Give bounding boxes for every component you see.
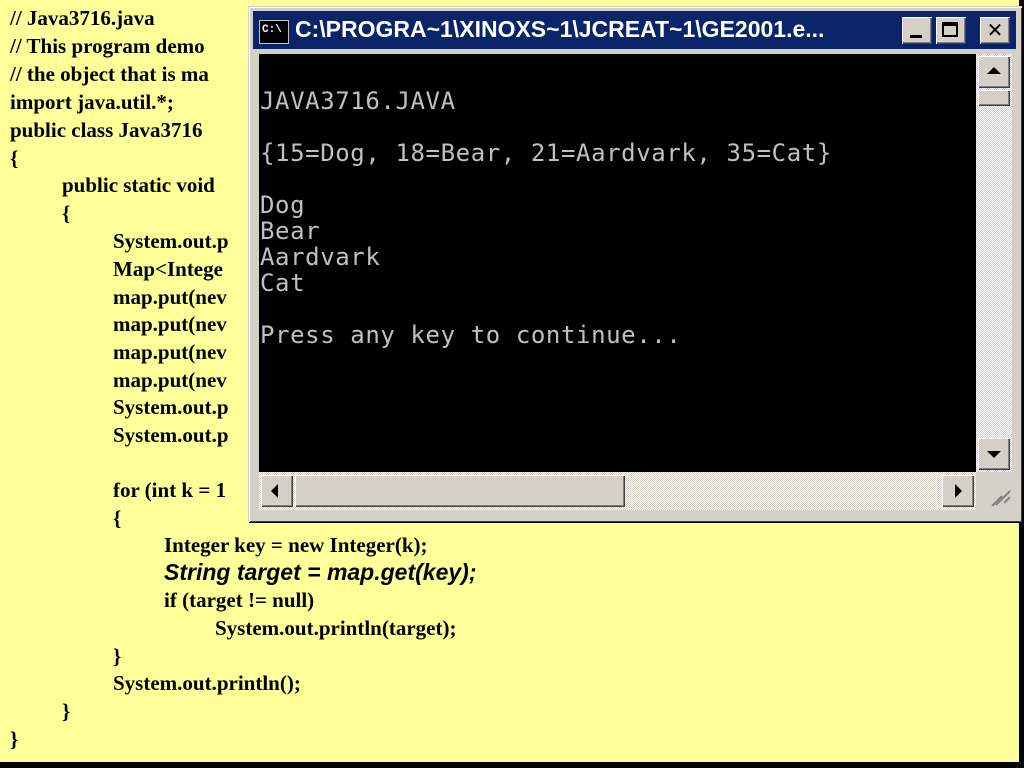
code-line: { bbox=[62, 201, 71, 225]
title-bar[interactable]: C:\ C:\PROGRA~1\XINOXS~1\JCREAT~1\GE2001… bbox=[253, 11, 1016, 49]
code-line: public static void bbox=[62, 173, 215, 197]
code-line: Integer key = new Integer(k); bbox=[164, 533, 428, 557]
arrow-down-icon bbox=[987, 451, 1001, 458]
console-line: JAVA3716.JAVA bbox=[260, 87, 456, 115]
code-line: if (target != null) bbox=[164, 588, 315, 612]
scroll-down-button[interactable] bbox=[978, 438, 1010, 470]
code-line: System.out.p bbox=[113, 423, 229, 447]
code-line: // This program demo bbox=[10, 34, 205, 58]
arrow-up-icon bbox=[987, 67, 1001, 74]
console-icon[interactable]: C:\ bbox=[259, 20, 289, 44]
console-icon-label: C:\ bbox=[262, 24, 282, 36]
code-line: for (int k = 1 bbox=[113, 478, 227, 502]
code-line: import java.util.*; bbox=[10, 90, 174, 114]
code-line: map.put(nev bbox=[113, 340, 227, 364]
resize-grip[interactable] bbox=[976, 472, 1012, 510]
code-line: map.put(nev bbox=[113, 285, 227, 309]
scroll-left-button[interactable] bbox=[261, 475, 293, 507]
arrow-left-icon bbox=[271, 484, 278, 498]
code-line: // the object that is ma bbox=[10, 62, 209, 86]
code-line: { bbox=[113, 506, 122, 530]
code-line: map.put(nev bbox=[113, 312, 227, 336]
scroll-thumb-horizontal[interactable] bbox=[295, 475, 625, 507]
code-line: public class Java3716 bbox=[10, 118, 203, 142]
maximize-button[interactable] bbox=[936, 17, 966, 44]
code-line: // Java3716.java bbox=[10, 6, 155, 30]
console-line: Bear bbox=[260, 217, 321, 245]
code-line-highlighted: String target = map.get(key); bbox=[164, 559, 477, 585]
code-line: } bbox=[113, 644, 122, 668]
scroll-thumb[interactable] bbox=[978, 90, 1010, 106]
close-button[interactable]: ✕ bbox=[980, 17, 1010, 44]
code-line: map.put(nev bbox=[113, 368, 227, 392]
code-line: { bbox=[10, 146, 19, 170]
horizontal-scrollbar[interactable] bbox=[259, 472, 976, 510]
scroll-right-button[interactable] bbox=[942, 475, 974, 507]
console-line: Press any key to continue... bbox=[260, 321, 682, 349]
console-line: Cat bbox=[260, 269, 306, 297]
console-line: Dog bbox=[260, 191, 306, 219]
window-title: C:\PROGRA~1\XINOXS~1\JCREAT~1\GE2001.e..… bbox=[295, 16, 825, 42]
console-output[interactable]: JAVA3716.JAVA {15=Dog, 18=Bear, 21=Aardv… bbox=[259, 54, 976, 472]
minimize-button[interactable] bbox=[902, 17, 932, 44]
close-icon: ✕ bbox=[986, 18, 1004, 42]
code-line: System.out.println(target); bbox=[215, 616, 457, 640]
console-line: {15=Dog, 18=Bear, 21=Aardvark, 35=Cat} bbox=[260, 139, 832, 167]
code-line: } bbox=[62, 699, 71, 723]
code-line: System.out.p bbox=[113, 229, 229, 253]
code-line: System.out.p bbox=[113, 395, 229, 419]
code-line: } bbox=[10, 727, 19, 751]
scroll-up-button[interactable] bbox=[978, 56, 1010, 88]
code-line: System.out.println(); bbox=[113, 671, 301, 695]
console-window[interactable]: C:\ C:\PROGRA~1\XINOXS~1\JCREAT~1\GE2001… bbox=[248, 6, 1022, 522]
console-line: Aardvark bbox=[260, 243, 381, 271]
minimize-icon bbox=[910, 35, 922, 38]
maximize-icon bbox=[942, 22, 958, 37]
vertical-scrollbar[interactable] bbox=[976, 54, 1012, 472]
arrow-right-icon bbox=[955, 484, 962, 498]
code-line: Map<Intege bbox=[113, 257, 223, 281]
